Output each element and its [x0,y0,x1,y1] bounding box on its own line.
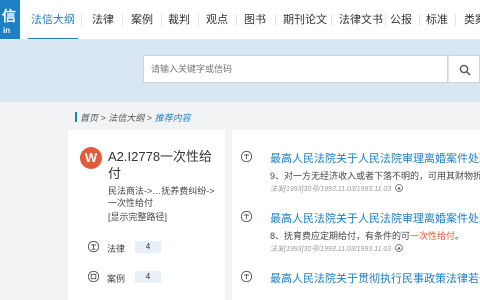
nav-divider [122,14,123,26]
result-title[interactable]: 最高人民法院关于贯彻执行民事政策法律若干问题的意见 [270,270,480,286]
results-panel: 最高人民法院关于人民法院审理离婚案件处理子女抚养问题的若干具体意见 9、对一方无… [232,130,480,300]
breadcrumb-section[interactable]: 法信大纲 [108,113,144,123]
search-box[interactable] [143,55,448,83]
breadcrumb-separator: > [98,113,109,123]
nav-item-gazette[interactable]: 公报 [386,0,416,39]
stat-label: 案例 [107,274,126,284]
case-icon [88,271,99,282]
result-item[interactable]: 最高人民法院关于人民法院审理离婚案件处理子女抚养问题的若干具体意见 8、抚育费应… [232,190,480,253]
nav-item-cases[interactable]: 案例 [127,0,157,39]
nav-divider [419,14,420,26]
logo-subtext: in [3,26,11,35]
nav-divider [198,14,199,26]
show-full-path-link[interactable]: [显示完整路径] [108,210,167,223]
nav-item-journals[interactable]: 期刊论文 [278,0,332,39]
result-snippet: 9、对一方无经济收入或者下落不明的，可用其财物折抵子女抚育费。 [270,169,480,182]
nav-item-legal-docs[interactable]: 法律文书 [334,0,388,39]
result-item[interactable]: 最高人民法院关于人民法院审理离婚案件处理子女抚养问题的若干具体意见 9、对一方无… [232,130,480,193]
stat-count: 4 [135,241,161,253]
result-title[interactable]: 最高人民法院关于人民法院审理离婚案件处理子女抚养问题的若干具体意见 [270,210,480,226]
result-item[interactable]: 最高人民法院关于贯彻执行民事政策法律若干问题的意见 [232,250,480,300]
stat-label: 法律 [107,244,126,254]
nav-divider [275,14,276,26]
outline-panel: W A2.I2778一次性给付 民法商法->…抚养费纠纷->一次性给付 [显示完… [68,130,225,300]
breadcrumb-current: 推荐内容 [154,113,191,123]
outline-path: 民法商法->…抚养费纠纷->一次性给付 [108,186,215,208]
search-band [0,40,480,102]
nav-item-books[interactable]: 图书 [240,0,270,39]
law-doc-icon [241,211,252,222]
search-icon [459,64,471,76]
snippet-highlight: 一次性给付 [410,231,456,241]
logo-glyph: 信 [2,8,16,24]
breadcrumb-home[interactable]: 首页 [80,113,98,123]
nav-item-similar-cases[interactable]: 类案 [460,0,480,39]
nav-item-judgments[interactable]: 裁判 [164,0,194,39]
breadcrumb-marker [75,112,77,122]
law-doc-icon [241,151,252,162]
law-doc-icon [241,271,252,282]
outline-title: A2.I2778一次性给付 [108,149,213,181]
balance-icon [88,241,99,252]
breadcrumb: 首页 > 法信大纲 > 推荐内容 [75,111,191,124]
site-logo[interactable]: 信 in [0,0,20,39]
result-title[interactable]: 最高人民法院关于人民法院审理离婚案件处理子女抚养问题的若干具体意见 [270,150,480,166]
nav-divider [236,14,237,26]
snippet-text: 9、对一方无经济收入或者下落不明的，可用其财物折抵子女抚育费。 [270,171,480,181]
snippet-text: 8、抚育费应定期给付，有条件的可 [270,231,411,241]
nav-divider [81,14,82,26]
nav-item-law[interactable]: 法律 [88,0,118,39]
top-nav: 信 in 法信大纲 法律 案例 裁判 观点 图书 期刊论文 法律文书 公报 标准… [0,0,480,40]
stat-count: 4 [135,271,161,283]
search-input[interactable] [144,56,447,82]
search-button[interactable] [448,55,480,83]
nav-item-standards[interactable]: 标准 [422,0,452,39]
nav-divider [331,14,332,26]
nav-divider [161,14,162,26]
outline-badge: W [80,147,102,169]
result-snippet: 8、抚育费应定期给付，有条件的可一次性给付。 [270,229,480,242]
nav-divider [455,14,456,26]
nav-item-opinions[interactable]: 观点 [202,0,232,39]
snippet-text: 。 [455,231,465,241]
breadcrumb-separator: > [144,113,155,123]
nav-item-outline[interactable]: 法信大纲 [28,0,78,39]
